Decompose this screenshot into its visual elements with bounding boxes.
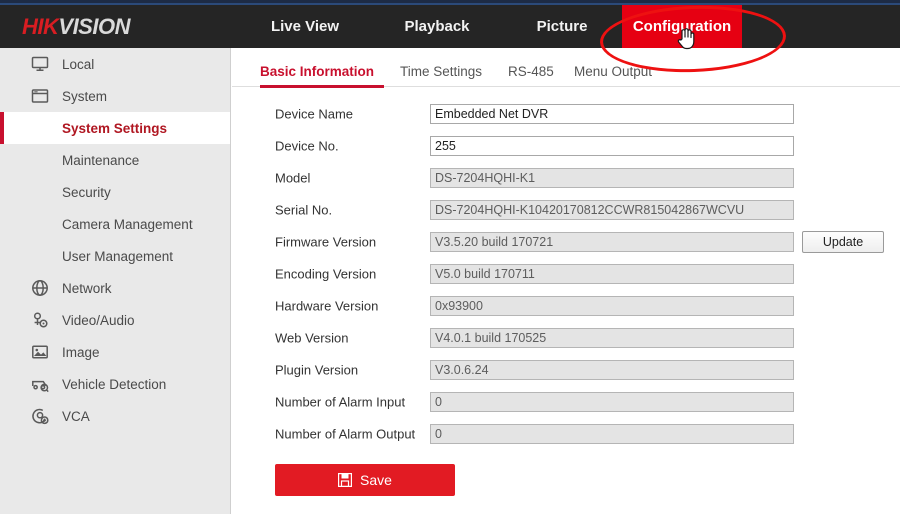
- field-label: Web Version: [275, 330, 349, 346]
- sidebar-item-label: Security: [62, 184, 111, 200]
- field-input-device-no-[interactable]: [430, 136, 794, 156]
- sidebar-item-user-management[interactable]: User Management: [0, 240, 230, 272]
- save-button[interactable]: Save: [275, 464, 455, 496]
- field-label: Serial No.: [275, 202, 333, 218]
- field-input-number-of-alarm-output: [430, 424, 794, 444]
- form-row: Serial No.: [232, 194, 900, 226]
- form-row: Number of Alarm Output: [232, 418, 900, 450]
- form-row: Firmware Version Update: [232, 226, 900, 258]
- hikvision-web-app: HIKVISION Live View Playback Picture Config…: [0, 0, 900, 514]
- nav-tab-playback[interactable]: Playback: [372, 5, 502, 48]
- sidebar-item-label: Camera Management: [62, 216, 193, 232]
- sidebar-item-video-audio[interactable]: Video/Audio: [0, 304, 230, 336]
- save-button-label: Save: [360, 472, 392, 488]
- form-row: Encoding Version: [232, 258, 900, 290]
- sidebar-item-label: Vehicle Detection: [62, 376, 167, 392]
- field-input-encoding-version: [430, 264, 794, 284]
- sidebar-item-label: System: [62, 88, 108, 104]
- form-row: Number of Alarm Input: [232, 386, 900, 418]
- form-row: Web Version: [232, 322, 900, 354]
- sidebar-item-label: Network: [62, 280, 112, 296]
- field-input-firmware-version: [430, 232, 794, 252]
- nav-tab-configuration[interactable]: Configuration: [622, 5, 742, 48]
- field-input-device-name[interactable]: [430, 104, 794, 124]
- subtab-rs-485[interactable]: RS-485: [508, 56, 560, 87]
- field-label: Hardware Version: [275, 298, 379, 314]
- subtab-basic-information[interactable]: Basic Information: [260, 56, 384, 88]
- basic-information-form: Device Name Device No. Model Serial No. Firm…: [232, 98, 900, 450]
- field-label: Encoding Version: [275, 266, 377, 282]
- globe-icon: [30, 278, 50, 298]
- sidebar-item-system[interactable]: System: [0, 80, 230, 112]
- sidebar-item-system-settings[interactable]: System Settings: [0, 112, 230, 144]
- field-input-web-version: [430, 328, 794, 348]
- sidebar-item-label: Video/Audio: [62, 312, 135, 328]
- save-icon: [338, 473, 353, 487]
- field-label: Device No.: [275, 138, 339, 154]
- settings-subtabs: Basic Information Time Settings RS-485 Menu…: [232, 56, 900, 88]
- logo-hik-text: HIK: [22, 14, 59, 39]
- subtab-menu-output[interactable]: Menu Output: [574, 56, 660, 87]
- form-row: Device Name: [232, 98, 900, 130]
- microphone-icon: [30, 310, 50, 330]
- content-panel: Basic Information Time Settings RS-485 Menu…: [232, 48, 900, 514]
- sidebar-item-label: Local: [62, 56, 95, 72]
- sidebar-item-network[interactable]: Network: [0, 272, 230, 304]
- nav-tab-live-view[interactable]: Live View: [240, 5, 370, 48]
- sidebar-item-security[interactable]: Security: [0, 176, 230, 208]
- sidebar-item-image[interactable]: Image: [0, 336, 230, 368]
- sidebar-item-maintenance[interactable]: Maintenance: [0, 144, 230, 176]
- window-icon: [30, 86, 50, 106]
- field-input-number-of-alarm-input: [430, 392, 794, 412]
- field-label: Firmware Version: [275, 234, 377, 250]
- picture-icon: [30, 342, 50, 362]
- field-input-hardware-version: [430, 296, 794, 316]
- sidebar-item-vehicle-detection[interactable]: Vehicle Detection: [0, 368, 230, 400]
- sidebar-item-label: User Management: [62, 248, 174, 264]
- monitor-icon: [30, 54, 50, 74]
- field-label: Model: [275, 170, 311, 186]
- form-row: Model: [232, 162, 900, 194]
- sidebar-item-camera-management[interactable]: Camera Management: [0, 208, 230, 240]
- sidebar-item-label: Image: [62, 344, 100, 360]
- sidebar-item-label: Maintenance: [62, 152, 140, 168]
- field-label: Number of Alarm Output: [275, 426, 416, 442]
- field-input-plugin-version: [430, 360, 794, 380]
- sidebar-item-label: System Settings: [62, 120, 168, 136]
- app-header: HIKVISION Live View Playback Picture Config…: [0, 5, 900, 48]
- vca-icon: [30, 406, 50, 426]
- form-row: Hardware Version: [232, 290, 900, 322]
- update-firmware-button[interactable]: Update: [802, 231, 884, 253]
- form-row: Plugin Version: [232, 354, 900, 386]
- field-label: Number of Alarm Input: [275, 394, 406, 410]
- sidebar-item-local[interactable]: Local: [0, 48, 230, 80]
- form-row: Device No.: [232, 130, 900, 162]
- field-label: Device Name: [275, 106, 354, 122]
- sidebar-nav: Local System System Settings Maintenance Sec…: [0, 48, 231, 514]
- subtab-time-settings[interactable]: Time Settings: [400, 56, 494, 87]
- nav-tab-picture[interactable]: Picture: [502, 5, 622, 48]
- field-input-model: [430, 168, 794, 188]
- vehicle-icon: [30, 374, 50, 394]
- field-input-serial-no-: [430, 200, 794, 220]
- field-label: Plugin Version: [275, 362, 359, 378]
- hikvision-logo: HIKVISION: [22, 14, 130, 40]
- sidebar-item-label: VCA: [62, 408, 90, 424]
- sidebar-item-vca[interactable]: VCA: [0, 400, 230, 432]
- logo-vision-text: VISION: [58, 14, 130, 39]
